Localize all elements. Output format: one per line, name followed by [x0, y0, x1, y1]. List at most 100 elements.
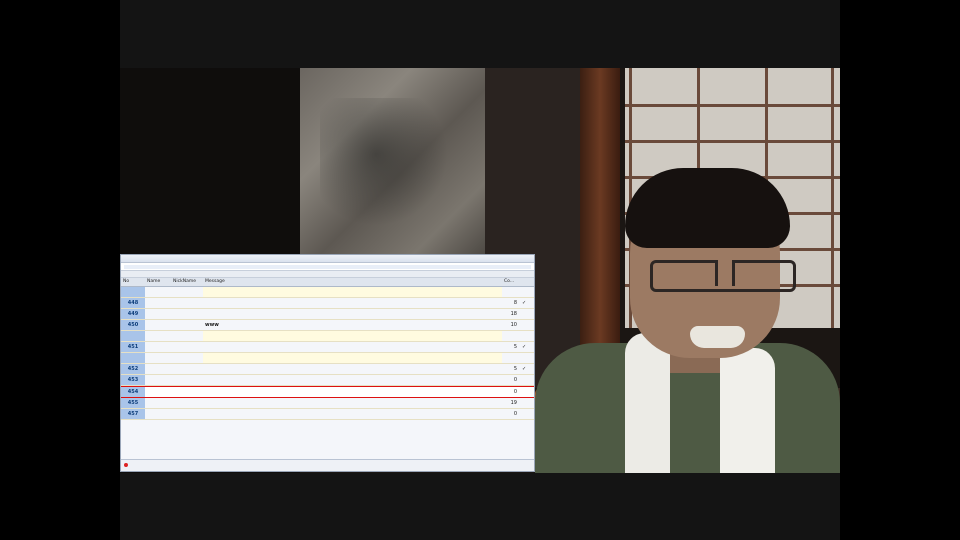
cell-check	[520, 409, 534, 419]
col-check[interactable]	[520, 278, 534, 286]
tab-strip[interactable]	[121, 271, 534, 278]
cell-count: 0	[513, 411, 517, 417]
cell-count	[502, 331, 520, 341]
towel-right	[720, 348, 775, 473]
cell-message	[203, 309, 502, 319]
cell-message	[203, 342, 502, 352]
table-row[interactable]	[121, 353, 534, 364]
cell-check	[520, 309, 534, 319]
cell-name	[145, 331, 171, 341]
table-row[interactable]	[121, 287, 534, 298]
cell-message	[203, 364, 502, 374]
cell-name	[145, 387, 171, 397]
table-row[interactable]: 453 0	[121, 375, 534, 386]
cell-no	[121, 287, 145, 297]
url-text	[124, 264, 531, 269]
cell-message	[203, 409, 502, 419]
cell-check	[520, 353, 534, 363]
cell-check: ✓	[522, 344, 527, 350]
player-frame: No Name NickName Message Co... 448 8 ✓ 449 1…	[0, 0, 960, 540]
table-row[interactable]: 454 0	[121, 386, 534, 398]
cell-check: ✓	[522, 300, 527, 306]
webcam-video: No Name NickName Message Co... 448 8 ✓ 449 1…	[120, 68, 840, 473]
cell-name	[145, 298, 171, 308]
cell-name	[145, 375, 171, 385]
cell-check	[520, 375, 534, 385]
cell-name	[145, 364, 171, 374]
cell-name	[145, 287, 171, 297]
cell-count: 8	[513, 300, 517, 306]
cell-name	[145, 342, 171, 352]
table-row[interactable]: 457 0	[121, 409, 534, 420]
cell-count: 5	[513, 366, 517, 372]
table-row[interactable]: 455 19	[121, 398, 534, 409]
cell-nickname	[171, 320, 203, 330]
table-row[interactable]: 451 5 ✓	[121, 342, 534, 353]
cell-no: 449	[121, 309, 145, 319]
col-count[interactable]: Co...	[502, 278, 520, 286]
table-row[interactable]: 450 www 10	[121, 320, 534, 331]
cell-no: 451	[121, 342, 145, 352]
cell-nickname	[171, 375, 203, 385]
cell-message	[203, 353, 502, 363]
cell-name	[145, 398, 171, 408]
record-icon	[124, 463, 128, 467]
cell-check	[520, 287, 534, 297]
cell-check: ✓	[522, 366, 527, 372]
cell-count: 18	[510, 311, 517, 317]
cell-check	[520, 331, 534, 341]
table-header: No Name NickName Message Co...	[121, 278, 534, 287]
cell-nickname	[171, 409, 203, 419]
address-bar[interactable]	[121, 263, 534, 271]
cell-message	[203, 331, 502, 341]
cell-no: 454	[121, 387, 145, 397]
comment-list[interactable]: 448 8 ✓ 449 18 450 www 10 451 5 ✓ 452 5 ✓ 453 0 454 0 455 1…	[121, 287, 534, 448]
cell-count: 0	[513, 377, 517, 383]
cell-message	[203, 387, 502, 397]
cell-count: 10	[510, 322, 517, 328]
cell-name	[145, 353, 171, 363]
cell-no	[121, 331, 145, 341]
letterbox-bottom	[120, 473, 840, 540]
cell-no: 448	[121, 298, 145, 308]
cell-nickname	[171, 309, 203, 319]
cell-check	[520, 320, 534, 330]
cell-nickname	[171, 287, 203, 297]
cell-no: 452	[121, 364, 145, 374]
cell-message	[203, 375, 502, 385]
cell-count	[502, 287, 520, 297]
person-mouth	[690, 326, 745, 348]
cell-count: 0	[513, 389, 517, 395]
towel-left	[625, 333, 670, 473]
cell-message	[203, 287, 502, 297]
table-row[interactable]: 452 5 ✓	[121, 364, 534, 375]
cell-name	[145, 409, 171, 419]
glasses	[650, 260, 796, 292]
cell-count: 5	[513, 344, 517, 350]
cell-no: 457	[121, 409, 145, 419]
status-bar	[121, 459, 534, 471]
cell-nickname	[171, 387, 203, 397]
col-message[interactable]: Message	[203, 278, 502, 286]
cell-nickname	[171, 342, 203, 352]
cell-no: 453	[121, 375, 145, 385]
col-no[interactable]: No	[121, 278, 145, 286]
cell-nickname	[171, 398, 203, 408]
cell-no: 455	[121, 398, 145, 408]
cell-nickname	[171, 353, 203, 363]
wooden-pillar	[580, 68, 620, 388]
cell-name	[145, 320, 171, 330]
cell-check	[520, 398, 534, 408]
table-row[interactable]: 448 8 ✓	[121, 298, 534, 309]
table-row[interactable]	[121, 331, 534, 342]
status-left	[124, 463, 130, 468]
window-titlebar	[121, 255, 534, 263]
comment-viewer-window: No Name NickName Message Co... 448 8 ✓ 449 1…	[120, 254, 535, 472]
col-name[interactable]: Name	[145, 278, 171, 286]
cell-check	[520, 387, 534, 397]
cell-name	[145, 309, 171, 319]
table-row[interactable]: 449 18	[121, 309, 534, 320]
col-nickname[interactable]: NickName	[171, 278, 203, 286]
cell-no	[121, 353, 145, 363]
cell-message: www	[205, 322, 219, 328]
